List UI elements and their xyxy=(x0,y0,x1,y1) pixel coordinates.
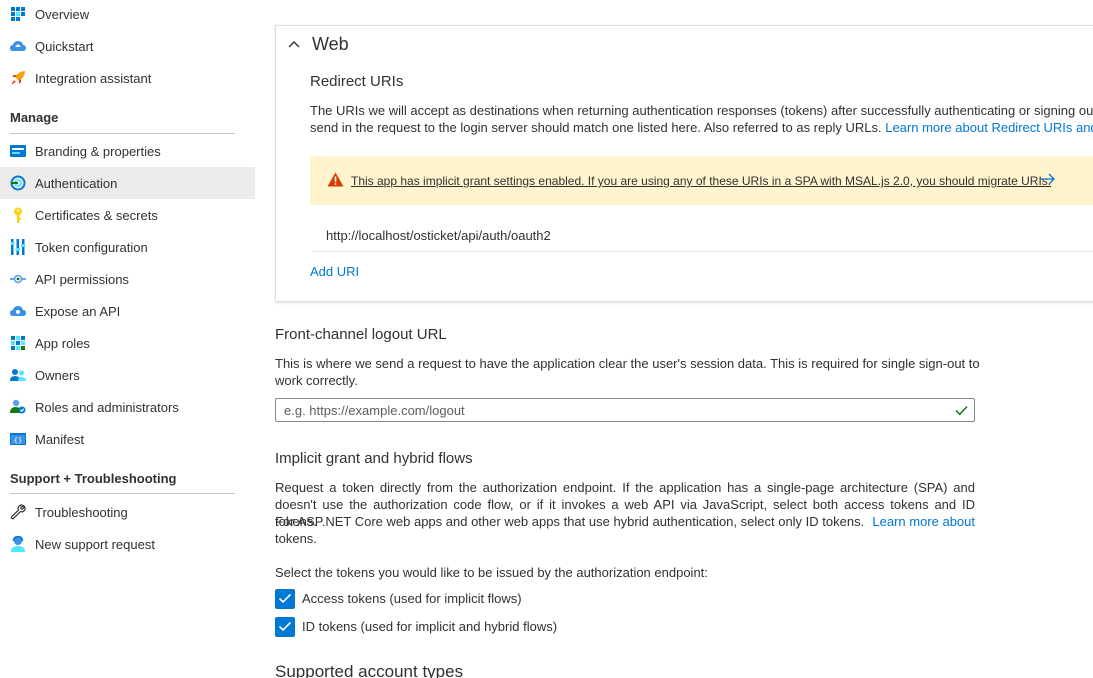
logout-url-input[interactable] xyxy=(276,399,936,421)
sidebar-item-label: API permissions xyxy=(35,271,129,287)
redirect-learn-more-link[interactable]: Learn more about Redirect URIs and t xyxy=(885,120,1093,135)
checkmark-icon xyxy=(278,620,292,635)
sidebar-item-label: Owners xyxy=(35,367,80,383)
implicit-grant-warning-link[interactable]: This app has implicit grant settings ena… xyxy=(351,174,1051,188)
svg-text:{}: {} xyxy=(14,437,22,445)
valid-checkmark-icon xyxy=(955,404,968,419)
quickstart-cloud-icon xyxy=(10,38,26,54)
access-tokens-checkbox[interactable] xyxy=(275,589,295,609)
cloud-api-icon xyxy=(10,303,26,319)
web-section-title: Web xyxy=(312,34,349,54)
sidebar-item-label: Integration assistant xyxy=(35,70,152,86)
id-tokens-checkbox[interactable] xyxy=(275,617,295,637)
owners-people-icon xyxy=(10,367,26,383)
support-person-icon xyxy=(10,536,26,552)
sidebar-item-app-roles[interactable]: App roles xyxy=(0,327,255,359)
sidebar-item-roles-administrators[interactable]: Roles and administrators xyxy=(0,391,255,423)
support-divider xyxy=(10,493,235,494)
authentication-icon xyxy=(10,175,26,191)
implicit-section-title: Implicit grant and hybrid flows xyxy=(275,450,473,467)
manage-section-title: Manage xyxy=(10,110,59,125)
roles-admin-icon xyxy=(10,399,26,415)
sidebar-item-certificates[interactable]: Certificates & secrets xyxy=(0,199,255,231)
overview-grid-icon xyxy=(10,6,26,22)
add-uri-link[interactable]: Add URI xyxy=(310,264,359,279)
sidebar-item-new-support-request[interactable]: New support request xyxy=(0,528,255,560)
key-icon xyxy=(10,207,26,223)
token-bars-icon xyxy=(10,239,26,255)
sidebar-item-label: Token configuration xyxy=(35,239,148,255)
redirect-desc-text: send in the request to the login server … xyxy=(310,120,882,135)
sidebar-item-integration-assistant[interactable]: Integration assistant xyxy=(0,62,255,94)
redirect-desc-line1: The URIs we will accept as destinations … xyxy=(310,103,1093,118)
warning-triangle-icon xyxy=(327,172,344,190)
sidebar-item-api-permissions[interactable]: API permissions xyxy=(0,263,255,295)
api-permissions-icon xyxy=(10,271,26,287)
sidebar-nav: Overview Quickstart Integration assistan… xyxy=(0,0,255,678)
sidebar-item-troubleshooting[interactable]: Troubleshooting xyxy=(0,496,255,528)
sidebar-item-quickstart[interactable]: Quickstart xyxy=(0,30,255,62)
checkmark-icon xyxy=(278,592,292,607)
redirect-uri-value[interactable]: http://localhost/osticket/api/auth/oauth… xyxy=(326,228,551,243)
implicit-desc-line1: Request a token directly from the author… xyxy=(275,480,975,495)
id-tokens-label[interactable]: ID tokens (used for implicit and hybrid … xyxy=(302,619,557,634)
account-types-title: Supported account types xyxy=(275,662,464,678)
logout-section-title: Front-channel logout URL xyxy=(275,326,447,343)
wrench-icon xyxy=(10,504,26,520)
collapse-chevron-icon[interactable] xyxy=(287,37,301,54)
sidebar-item-label: Branding & properties xyxy=(35,143,161,159)
sidebar-item-overview[interactable]: Overview xyxy=(0,0,255,30)
tokens-learn-more-link-cont[interactable]: tokens. xyxy=(275,530,317,547)
token-select-prompt: Select the tokens you would like to be i… xyxy=(275,565,708,580)
manage-divider xyxy=(10,133,235,134)
logout-url-field xyxy=(275,398,975,422)
implicit-desc-line3: For ASP.NET Core web apps and other web … xyxy=(275,513,975,530)
sidebar-item-expose-api[interactable]: Expose an API xyxy=(0,295,255,327)
support-section-title: Support + Troubleshooting xyxy=(10,471,177,486)
sidebar-item-label: Manifest xyxy=(35,431,85,447)
sidebar-item-label: Certificates & secrets xyxy=(35,207,158,223)
rocket-icon xyxy=(10,70,26,86)
app-roles-grid-icon xyxy=(10,335,26,351)
redirect-uris-title: Redirect URIs xyxy=(310,73,404,90)
arrow-right-icon[interactable] xyxy=(1040,172,1056,189)
tokens-learn-more-link[interactable]: Learn more about xyxy=(872,513,975,530)
logout-desc-line1: This is where we send a request to have … xyxy=(275,356,980,371)
sidebar-item-label: Roles and administrators xyxy=(35,399,179,415)
redirect-uri-divider xyxy=(312,251,1093,252)
sidebar-item-label: New support request xyxy=(35,536,155,552)
sidebar-item-label: Quickstart xyxy=(35,38,94,54)
sidebar-item-authentication[interactable]: Authentication xyxy=(0,167,255,199)
logout-desc-line2: work correctly. xyxy=(275,373,358,388)
sidebar-item-label: Overview xyxy=(35,6,90,22)
sidebar-item-label: Authentication xyxy=(35,175,118,191)
sidebar-item-label: Troubleshooting xyxy=(35,504,128,520)
sidebar-item-manifest[interactable]: {} Manifest xyxy=(0,423,255,455)
sidebar-item-owners[interactable]: Owners xyxy=(0,359,255,391)
sidebar-item-label: Expose an API xyxy=(35,303,121,319)
branding-icon xyxy=(10,143,26,159)
sidebar-item-branding[interactable]: Branding & properties xyxy=(0,135,255,167)
sidebar-item-label: App roles xyxy=(35,335,90,351)
redirect-desc-line2: send in the request to the login server … xyxy=(310,119,1093,136)
access-tokens-label[interactable]: Access tokens (used for implicit flows) xyxy=(302,591,522,606)
implicit-desc-text: For ASP.NET Core web apps and other web … xyxy=(275,514,865,529)
sidebar-item-token-configuration[interactable]: Token configuration xyxy=(0,231,255,263)
manifest-icon: {} xyxy=(10,431,26,447)
